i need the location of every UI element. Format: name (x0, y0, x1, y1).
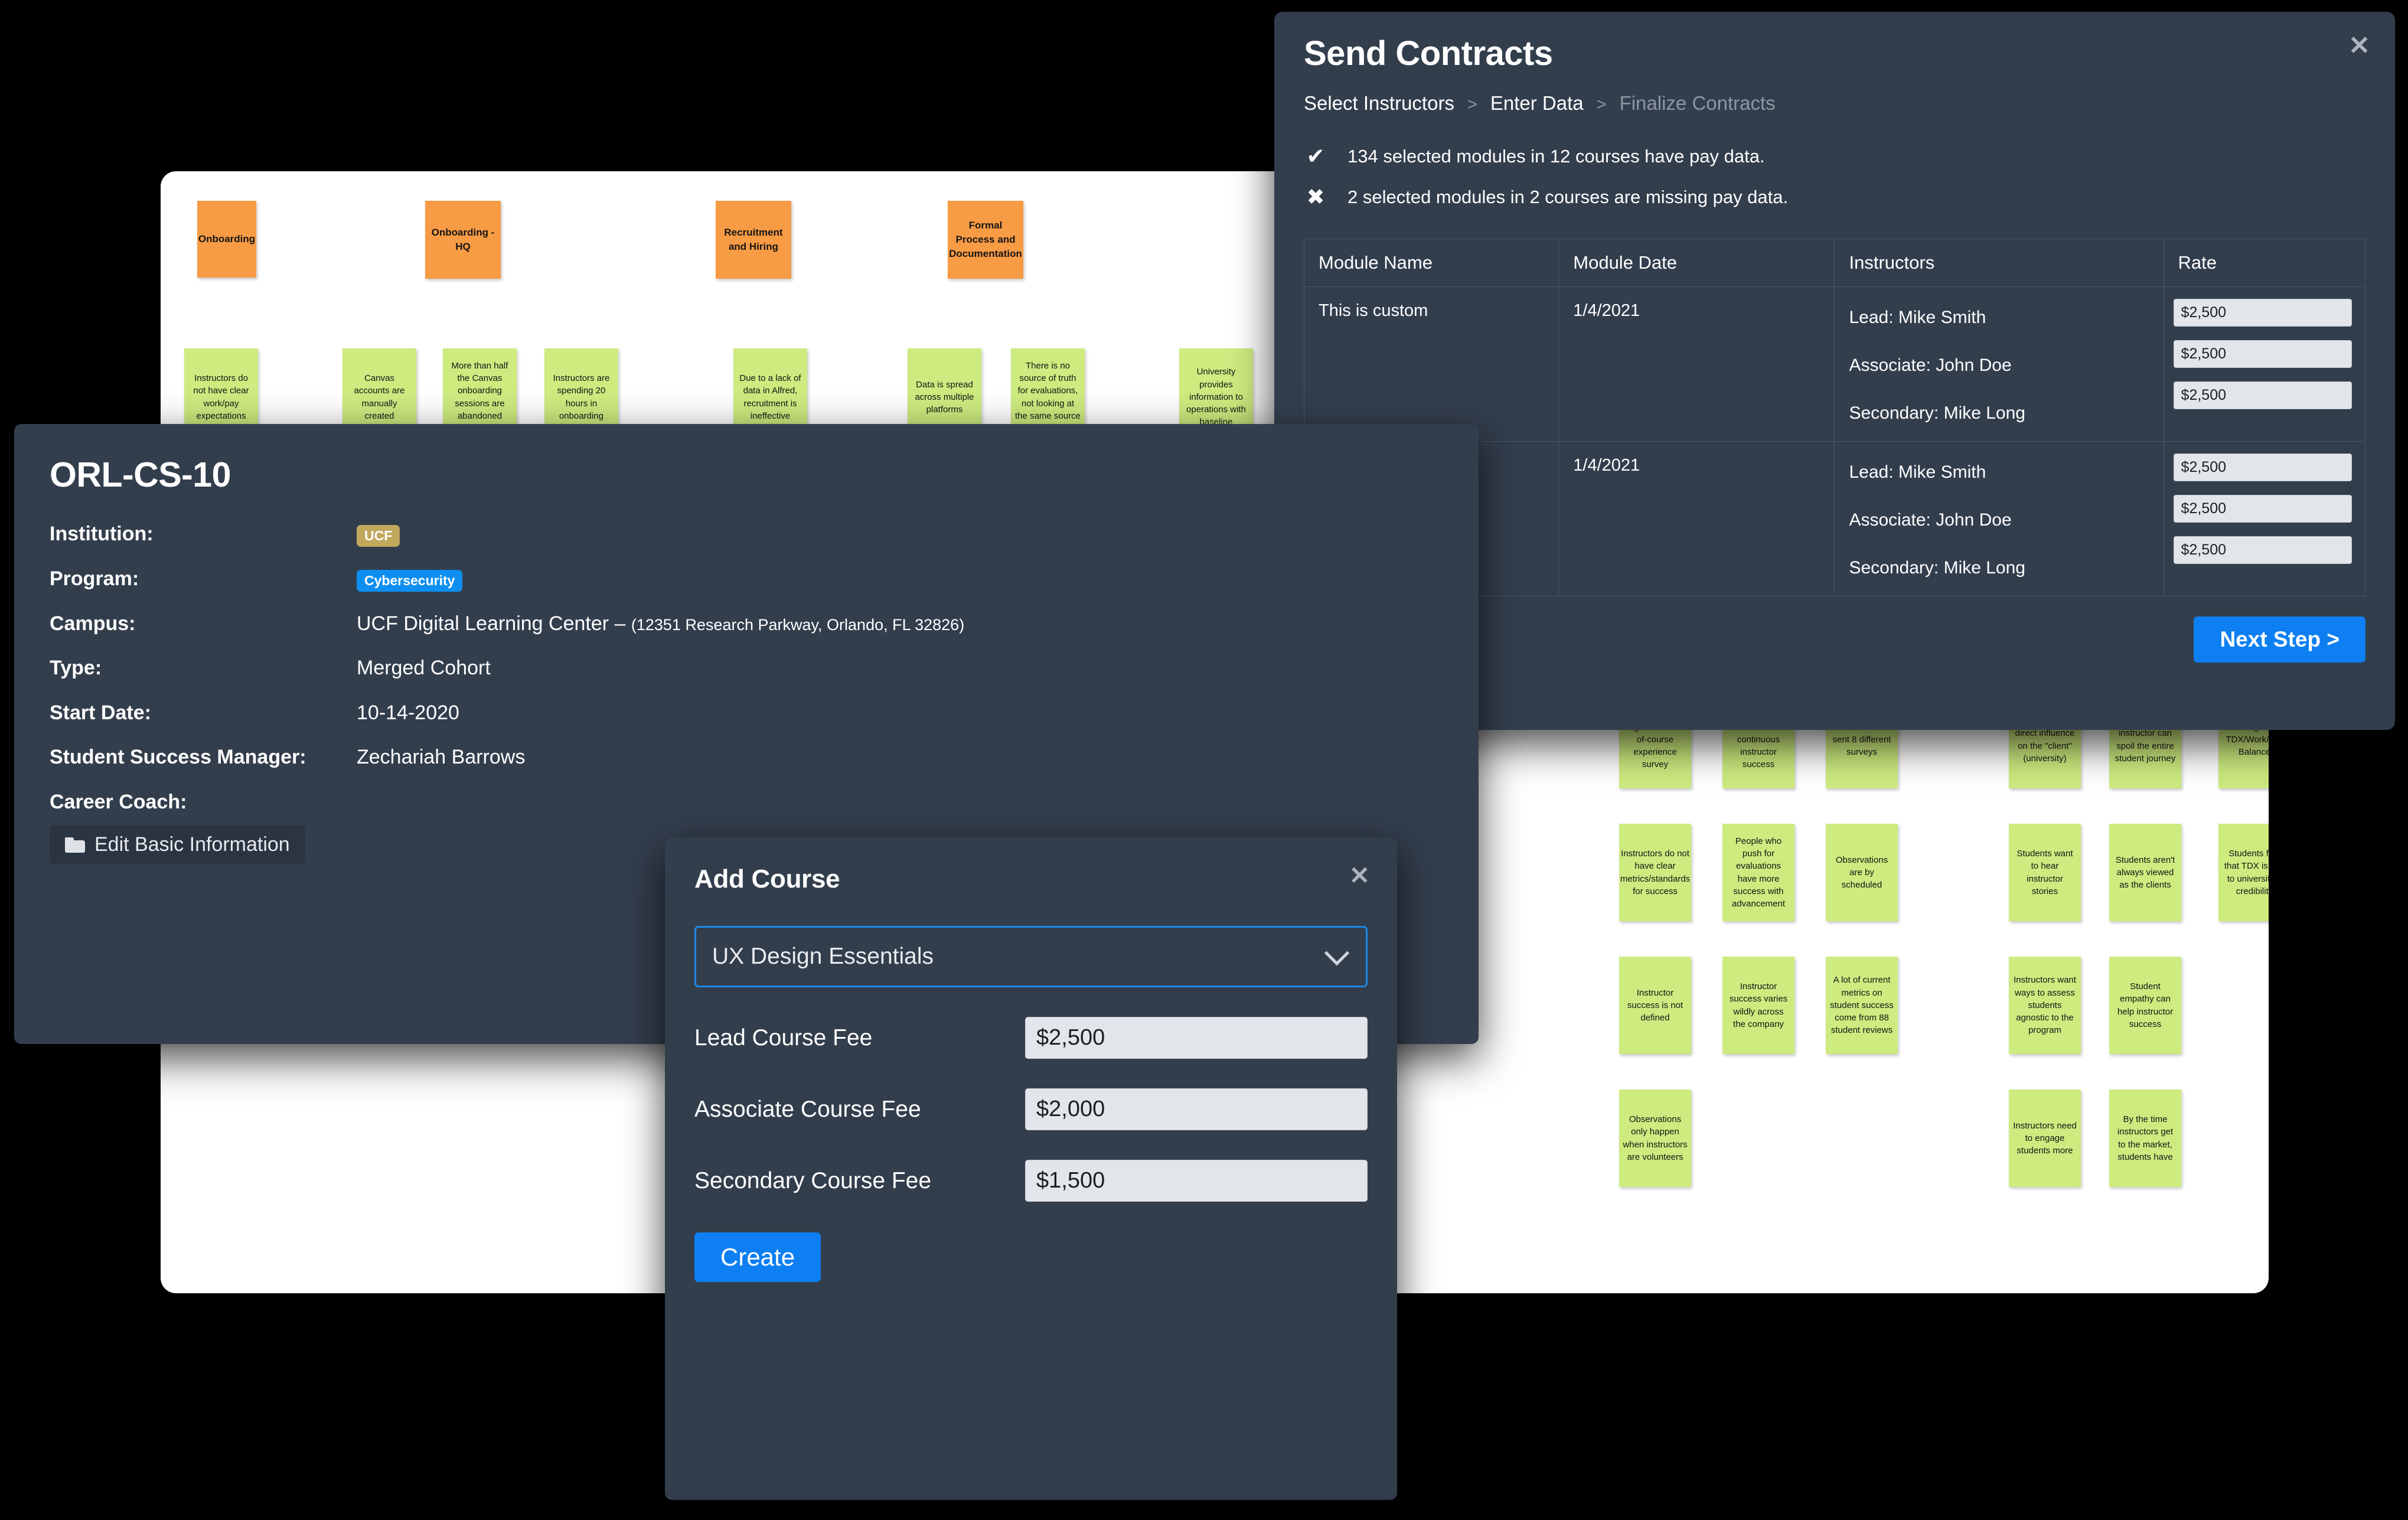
field-value-campus: UCF Digital Learning Center – (12351 Res… (357, 612, 1443, 636)
status-text: 2 selected modules in 2 courses are miss… (1347, 186, 1789, 207)
create-button[interactable]: Create (694, 1232, 821, 1282)
sticky-note-green[interactable]: Observations are by scheduled (1826, 824, 1898, 921)
breadcrumb-step-select-instructors[interactable]: Select Instructors (1304, 92, 1454, 115)
rate-input[interactable] (2173, 340, 2352, 368)
modal-title: Send Contracts (1304, 34, 1553, 73)
close-icon[interactable]: ✕ (2348, 33, 2370, 59)
rate-input[interactable] (2173, 536, 2352, 564)
secondary-course-fee-input[interactable] (1025, 1160, 1368, 1202)
chevron-down-icon (1324, 940, 1350, 966)
sticky-note-green[interactable]: Instructor success is not defined (1619, 957, 1691, 1054)
cell-rate (2163, 441, 2366, 596)
field-value-career-coach (357, 790, 1443, 814)
field-label-program: Program: (50, 567, 139, 590)
campus-address: (12351 Research Parkway, Orlando, FL 328… (631, 616, 965, 634)
cross-icon: ✖ (1306, 185, 1325, 209)
status-row-missing-pay-data: ✖ 2 selected modules in 2 courses are mi… (1304, 186, 2365, 208)
campus-name: UCF Digital Learning Center – (357, 612, 631, 635)
cell-rate (2163, 286, 2366, 442)
sticky-note-green[interactable]: A lot of current metrics on student succ… (1826, 957, 1898, 1054)
field-value-start-date: 10-14-2020 (357, 701, 459, 724)
next-step-button[interactable]: Next Step > (2194, 617, 2365, 663)
fee-label-associate: Associate Course Fee (694, 1096, 921, 1122)
instructor-line: Associate: John Doe (1849, 510, 2012, 530)
instructor-line: Associate: John Doe (1849, 355, 2012, 375)
chevron-right-icon: > (1596, 95, 1607, 114)
sticky-note-orange[interactable]: Onboarding - HQ (425, 201, 501, 279)
screen: Onboarding Onboarding - HQ Recruitment and… (0, 0, 2408, 1520)
status-text: 134 selected modules in 12 courses have … (1347, 145, 1765, 167)
status-badge: Cybersecurity (357, 570, 463, 592)
column-header-module-date: Module Date (1558, 239, 1835, 287)
sticky-note-green[interactable]: Observations only happen when instructor… (1619, 1090, 1691, 1187)
fee-row-lead: Lead Course Fee (694, 1017, 1368, 1059)
cell-instructors: Lead: Mike Smith Associate: John Doe Secon… (1834, 441, 2164, 596)
sticky-note-orange[interactable]: Formal Process and Documentation (948, 201, 1023, 279)
cell-instructors: Lead: Mike Smith Associate: John Doe Secon… (1834, 286, 2164, 442)
column-header-instructors: Instructors (1834, 239, 2164, 287)
sticky-note-green[interactable]: Student empathy can help instructor succ… (2109, 957, 2181, 1054)
lead-course-fee-input[interactable] (1025, 1017, 1368, 1059)
sticky-note-orange[interactable]: Recruitment and Hiring (716, 201, 791, 279)
sticky-note-green[interactable]: Instructors need to engage students more (2009, 1090, 2081, 1187)
check-icon: ✔ (1306, 144, 1325, 168)
column-header-module-name: Module Name (1303, 239, 1559, 287)
sticky-note-green[interactable]: Instructors want ways to assess students… (2009, 957, 2081, 1054)
sticky-note-green[interactable]: Students aren't always viewed as the cli… (2109, 824, 2181, 921)
cell-module-name: This is custom (1303, 286, 1559, 442)
fee-row-associate: Associate Course Fee (694, 1088, 1368, 1130)
status-row-has-pay-data: ✔ 134 selected modules in 12 courses hav… (1304, 145, 2365, 167)
page-title: ORL-CS-10 (50, 455, 231, 494)
course-select[interactable]: UX Design Essentials (694, 926, 1368, 987)
cell-module-date: 1/4/2021 (1558, 286, 1835, 442)
fee-label-lead: Lead Course Fee (694, 1025, 873, 1051)
field-value-type: Merged Cohort (357, 657, 491, 680)
field-value-program: Cybersecurity (357, 567, 1443, 592)
sticky-note-green[interactable]: Instructors do not have clear metrics/st… (1619, 824, 1691, 921)
rate-input[interactable] (2173, 454, 2352, 481)
field-value-student-success-manager: Zechariah Barrows (357, 746, 526, 769)
modal-title: Add Course (694, 865, 840, 893)
field-label-student-success-manager: Student Success Manager: (50, 746, 306, 769)
rate-input[interactable] (2173, 299, 2352, 327)
instructor-line: Secondary: Mike Long (1849, 403, 2025, 423)
edit-basic-information-label: Edit Basic Information (94, 833, 290, 856)
sticky-note-orange[interactable]: Onboarding (197, 201, 256, 278)
status-badge: UCF (357, 525, 400, 547)
add-course-modal: Add Course ✕ UX Design Essentials Lead C… (665, 837, 1397, 1500)
field-label-career-coach: Career Coach: (50, 790, 187, 813)
sticky-note-green[interactable]: People who push for evaluations have mor… (1722, 824, 1794, 921)
breadcrumb-step-enter-data[interactable]: Enter Data (1490, 92, 1584, 115)
instructor-line: Lead: Mike Smith (1849, 462, 1986, 482)
field-label-type: Type: (50, 657, 102, 680)
instructor-line: Secondary: Mike Long (1849, 558, 2025, 578)
field-value-institution: UCF (357, 522, 1443, 547)
fee-label-secondary: Secondary Course Fee (694, 1167, 932, 1193)
sticky-note-green[interactable]: By the time instructors get to the marke… (2109, 1090, 2181, 1187)
table-row: This is custom1/4/2021 Lead: Mike Smith As… (1303, 286, 2366, 442)
field-label-campus: Campus: (50, 612, 136, 635)
table-header-row: Module Name Module Date Instructors Rate (1303, 239, 2366, 287)
column-header-rate: Rate (2163, 239, 2366, 287)
associate-course-fee-input[interactable] (1025, 1088, 1368, 1130)
breadcrumb-step-finalize-contracts: Finalize Contracts (1619, 92, 1776, 114)
close-icon[interactable]: ✕ (1349, 863, 1370, 888)
chevron-right-icon: > (1467, 95, 1477, 114)
course-select-value: UX Design Essentials (712, 944, 934, 969)
sticky-note-green[interactable]: Students want to hear instructor stories (2009, 824, 2081, 921)
breadcrumb: Select Instructors > Enter Data > Finali… (1304, 92, 2365, 115)
field-label-institution: Institution: (50, 523, 154, 545)
cell-module-date: 1/4/2021 (1558, 441, 1835, 596)
status-list: ✔ 134 selected modules in 12 courses hav… (1304, 145, 2365, 208)
folder-icon (65, 837, 85, 853)
edit-basic-information-button[interactable]: Edit Basic Information (50, 825, 305, 865)
sticky-note-green[interactable]: Students feel that TDX is tied to univer… (2218, 824, 2269, 921)
field-label-start-date: Start Date: (50, 701, 151, 724)
fee-row-secondary: Secondary Course Fee (694, 1160, 1368, 1202)
rate-input[interactable] (2173, 495, 2352, 523)
rate-input[interactable] (2173, 381, 2352, 409)
instructor-line: Lead: Mike Smith (1849, 308, 1986, 327)
cohort-info-grid: Institution: UCF Program: Cybersecurity … (50, 522, 1443, 814)
sticky-note-green[interactable]: Instructor success varies wildly across … (1722, 957, 1794, 1054)
